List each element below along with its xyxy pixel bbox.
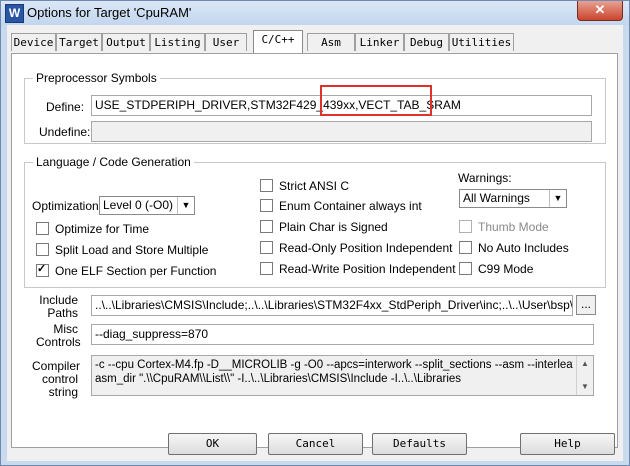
scroll-down-icon[interactable]: ▼ (577, 379, 593, 395)
tab-debug[interactable]: Debug (404, 33, 449, 51)
compiler-string-line2: asm_dir ".\\CpuRAM\\List\\" -I..\..\Libr… (95, 373, 462, 385)
undefine-field[interactable] (91, 121, 592, 142)
plain-char-checkbox[interactable]: Plain Char is Signed (260, 220, 388, 234)
optimization-label: Optimization: (32, 199, 103, 213)
checkbox-box (260, 220, 273, 233)
chevron-down-icon: ▼ (549, 190, 566, 207)
compiler-string-label: Compiler control string (32, 360, 80, 399)
highlight-box (320, 85, 432, 116)
tab-utilities[interactable]: Utilities (449, 33, 514, 51)
ok-button[interactable]: OK (168, 433, 257, 455)
rwpi-checkbox[interactable]: Read-Write Position Independent (260, 262, 456, 276)
thumb-mode-checkbox[interactable]: Thumb Mode (459, 220, 549, 234)
strict-ansi-label: Strict ANSI C (279, 179, 350, 193)
preprocessor-title: Preprocessor Symbols (33, 71, 160, 85)
plain-char-label: Plain Char is Signed (279, 220, 388, 234)
optimize-time-checkbox[interactable]: Optimize for Time (36, 222, 149, 236)
ropi-checkbox[interactable]: Read-Only Position Independent (260, 241, 452, 255)
checkbox-box (459, 262, 472, 275)
compiler-string-scrollbar[interactable]: ▲ ▼ (576, 356, 593, 395)
warnings-value: All Warnings (463, 191, 530, 205)
one-elf-label: One ELF Section per Function (55, 264, 217, 278)
chevron-down-icon: ▼ (177, 197, 194, 214)
checkbox-box (260, 199, 273, 212)
tab-output[interactable]: Output (102, 33, 150, 51)
enum-container-checkbox[interactable]: Enum Container always int (260, 199, 422, 213)
include-label-line2: Paths (47, 306, 78, 320)
warnings-label: Warnings: (458, 171, 512, 185)
split-load-checkbox[interactable]: Split Load and Store Multiple (36, 243, 208, 257)
tab-asm[interactable]: Asm (307, 33, 355, 51)
c99-mode-label: C99 Mode (478, 262, 534, 276)
no-auto-includes-checkbox[interactable]: No Auto Includes (459, 241, 569, 255)
defaults-button[interactable]: Defaults (372, 433, 467, 455)
checkbox-box (260, 179, 273, 192)
optimization-select[interactable]: Level 0 (-O0) ▼ (99, 196, 195, 215)
misc-controls-field[interactable]: --diag_suppress=870 (91, 324, 594, 345)
optimization-value: Level 0 (-O0) (103, 198, 174, 212)
thumb-mode-label: Thumb Mode (478, 220, 549, 234)
one-elf-checkbox[interactable]: ✓ One ELF Section per Function (36, 263, 217, 278)
include-paths-field[interactable]: ..\..\Libraries\CMSIS\Include;..\..\Libr… (91, 295, 573, 316)
no-auto-includes-label: No Auto Includes (478, 241, 569, 255)
tab-linker[interactable]: Linker (355, 33, 404, 51)
compiler-string-line1: -c --cpu Cortex-M4.fp -D__MICROLIB -g -O… (95, 359, 573, 371)
tab-target[interactable]: Target (56, 33, 102, 51)
tab-c-cpp[interactable]: C/C++ (253, 30, 303, 53)
enum-container-label: Enum Container always int (279, 199, 422, 213)
keil-uvision-icon: W (5, 4, 24, 23)
compiler-label-line3: string (48, 385, 78, 399)
checkbox-box (459, 241, 472, 254)
checkbox-box (260, 262, 273, 275)
close-button[interactable]: ✕ (577, 1, 623, 21)
options-dialog: W Options for Target 'CpuRAM' ✕ Device T… (0, 0, 630, 466)
misc-label-line2: Controls (36, 335, 81, 349)
cancel-button[interactable]: Cancel (268, 433, 363, 455)
c-cpp-panel: Preprocessor Symbols Define: USE_STDPERI… (11, 53, 618, 448)
split-load-label: Split Load and Store Multiple (55, 243, 209, 257)
scroll-up-icon[interactable]: ▲ (577, 356, 593, 372)
tab-user[interactable]: User (205, 33, 247, 51)
misc-controls-label: Misc Controls (36, 323, 81, 349)
window-title: Options for Target 'CpuRAM' (27, 5, 192, 20)
define-label: Define: (46, 100, 85, 114)
title-bar[interactable]: W Options for Target 'CpuRAM' ✕ (1, 1, 629, 25)
help-button[interactable]: Help (520, 433, 615, 455)
checkbox-box (459, 220, 472, 233)
include-paths-label: Include Paths (36, 294, 78, 320)
tab-listing[interactable]: Listing (150, 33, 205, 51)
language-title: Language / Code Generation (33, 155, 194, 169)
ropi-label: Read-Only Position Independent (279, 241, 453, 255)
dialog-client: Device Target Output Listing User C/C++ … (7, 25, 623, 461)
checkbox-box: ✓ (36, 263, 49, 277)
checkbox-box (260, 241, 273, 254)
compiler-string-field[interactable]: -c --cpu Cortex-M4.fp -D__MICROLIB -g -O… (91, 355, 594, 396)
tab-device[interactable]: Device (11, 33, 56, 51)
check-icon: ✓ (37, 263, 47, 275)
optimize-time-label: Optimize for Time (55, 222, 150, 236)
browse-include-button[interactable]: ... (576, 295, 596, 315)
warnings-select[interactable]: All Warnings ▼ (459, 189, 567, 208)
strict-ansi-checkbox[interactable]: Strict ANSI C (260, 179, 349, 193)
checkbox-box (36, 222, 49, 235)
rwpi-label: Read-Write Position Independent (279, 262, 456, 276)
c99-mode-checkbox[interactable]: C99 Mode (459, 262, 533, 276)
checkbox-box (36, 243, 49, 256)
undefine-label: Undefine: (39, 125, 91, 139)
